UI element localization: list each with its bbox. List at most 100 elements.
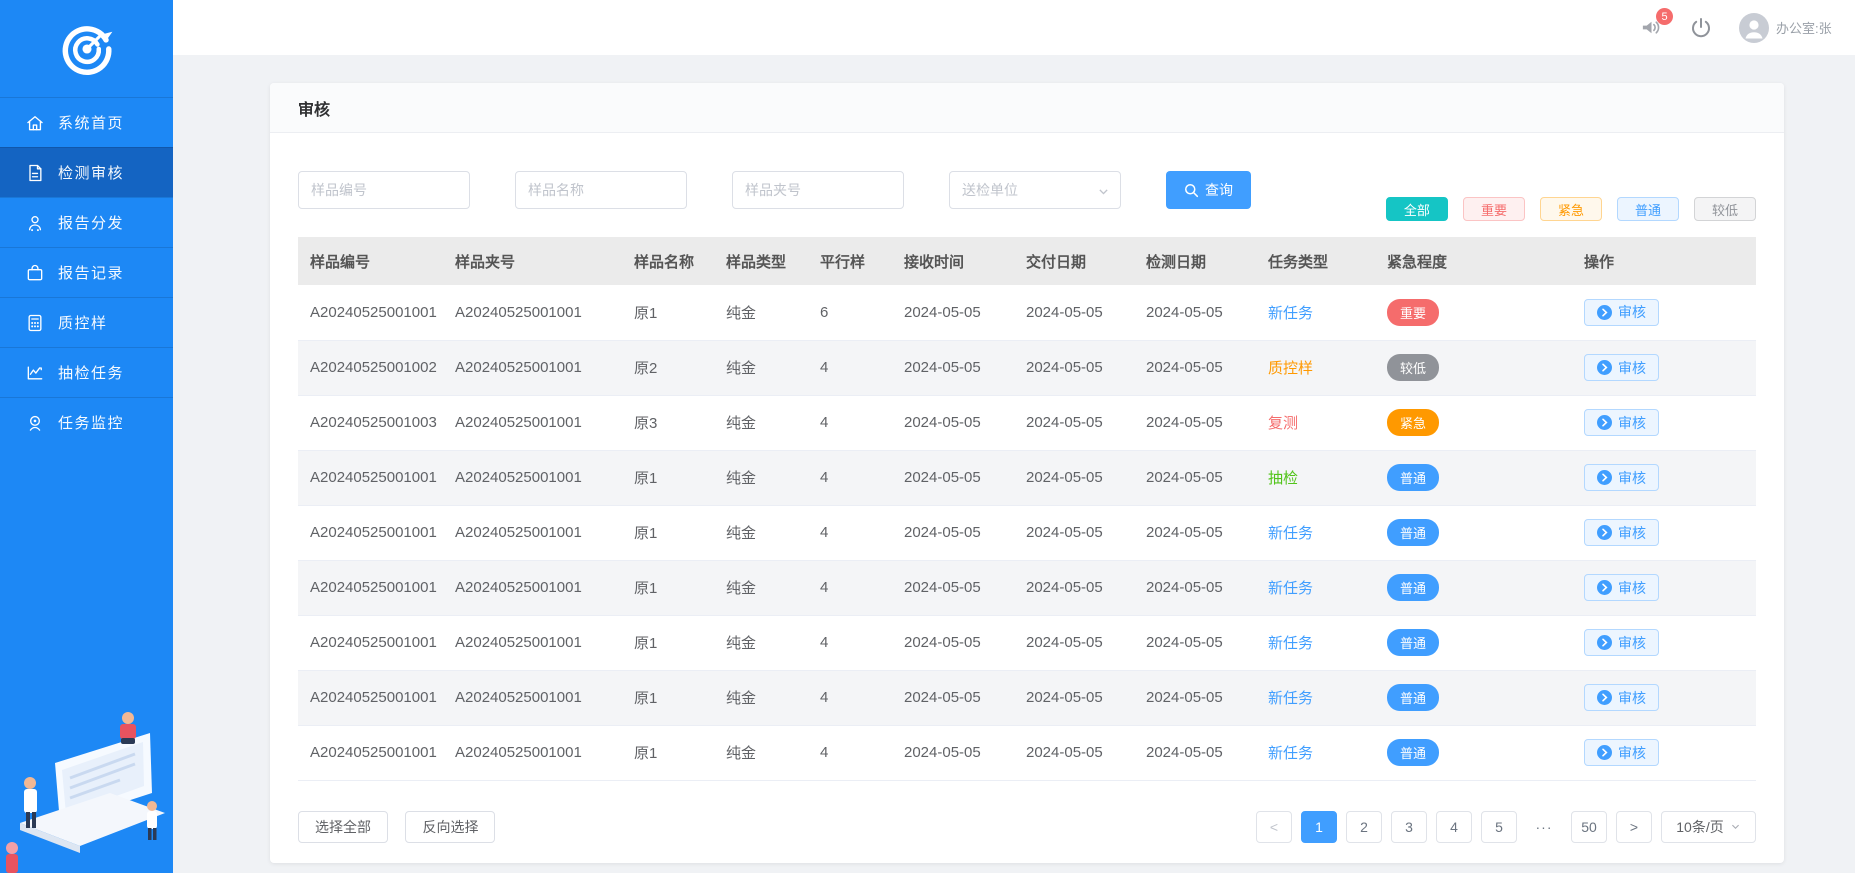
table-row: A20240525001001 A20240525001001 原1 纯金 6 …	[298, 285, 1756, 340]
topbar: 5 办公室:张	[173, 0, 1855, 55]
page-button-2[interactable]: 2	[1346, 811, 1382, 843]
col-parallel: 平行样	[808, 237, 892, 285]
cell-deliver-date: 2024-05-05	[1026, 579, 1103, 596]
audit-button[interactable]: 审核	[1584, 409, 1659, 436]
user-label: 办公室:张	[1776, 18, 1832, 37]
audit-button[interactable]: 审核	[1584, 739, 1659, 766]
sidebar-item-box[interactable]: 报告记录	[0, 247, 173, 297]
cell-parallel: 6	[820, 304, 828, 321]
filter-tag-important[interactable]: 重要	[1463, 197, 1525, 221]
folder-no-input[interactable]	[732, 171, 904, 209]
col-folder-no: 样品夹号	[443, 237, 622, 285]
cell-test-date: 2024-05-05	[1146, 744, 1223, 761]
cell-sample-name: 原3	[634, 415, 657, 432]
home-icon	[25, 113, 45, 133]
arrow-right-circle-icon	[1597, 305, 1612, 320]
cell-sample-name: 原1	[634, 580, 657, 597]
cell-receive-date: 2024-05-05	[904, 744, 981, 761]
table-row: A20240525001003 A20240525001001 原3 纯金 4 …	[298, 395, 1756, 450]
sidebar-nav: 系统首页 检测审核 报告分发 报告记录 质控样 抽检任务 任务监控	[0, 97, 173, 447]
dartboard-logo-icon	[58, 20, 116, 78]
cell-sample-name: 原1	[634, 470, 657, 487]
logout-power-button[interactable]	[1689, 16, 1713, 40]
page-button-3[interactable]: 3	[1391, 811, 1427, 843]
sidebar-item-calculator[interactable]: 质控样	[0, 297, 173, 347]
sidebar-item-chart[interactable]: 抽检任务	[0, 347, 173, 397]
page-button-5[interactable]: 5	[1481, 811, 1517, 843]
urgency-badge: 重要	[1387, 299, 1439, 326]
cell-test-date: 2024-05-05	[1146, 359, 1223, 376]
audit-button[interactable]: 审核	[1584, 629, 1659, 656]
unit-select[interactable]: 送检单位	[949, 171, 1121, 209]
next-page-button[interactable]: >	[1616, 811, 1652, 843]
sample-name-input[interactable]	[515, 171, 687, 209]
arrow-right-circle-icon	[1597, 580, 1612, 595]
cell-receive-date: 2024-05-05	[904, 579, 981, 596]
cell-receive-date: 2024-05-05	[904, 359, 981, 376]
audit-button[interactable]: 审核	[1584, 574, 1659, 601]
cell-sample-name: 原1	[634, 690, 657, 707]
notification-bell-button[interactable]: 5	[1640, 16, 1663, 39]
cell-test-date: 2024-05-05	[1146, 524, 1223, 541]
cell-receive-date: 2024-05-05	[904, 304, 981, 321]
col-receive-date: 接收时间	[892, 237, 1014, 285]
page-button-50[interactable]: 50	[1571, 811, 1607, 843]
search-button-label: 查询	[1205, 180, 1233, 200]
cell-sample-no: A20240525001001	[310, 524, 437, 541]
audit-button[interactable]: 审核	[1584, 299, 1659, 326]
select-all-button[interactable]: 选择全部	[298, 811, 388, 843]
audit-button[interactable]: 审核	[1584, 519, 1659, 546]
selection-buttons: 选择全部 反向选择	[298, 811, 508, 843]
search-button[interactable]: 查询	[1166, 171, 1251, 209]
cell-test-date: 2024-05-05	[1146, 414, 1223, 431]
cell-test-date: 2024-05-05	[1146, 304, 1223, 321]
sidebar: 系统首页 检测审核 报告分发 报告记录 质控样 抽检任务 任务监控	[0, 0, 173, 873]
user-icon	[25, 213, 45, 233]
col-urgency: 紧急程度	[1375, 237, 1572, 285]
page-button-1[interactable]: 1	[1301, 811, 1337, 843]
filter-tag-all[interactable]: 全部	[1386, 197, 1448, 221]
task-type-label: 新任务	[1268, 690, 1313, 707]
cell-folder-no: A20240525001001	[455, 579, 582, 596]
user-menu[interactable]: 办公室:张	[1739, 13, 1855, 43]
calculator-icon	[25, 313, 45, 333]
task-type-label: 新任务	[1268, 745, 1313, 762]
sidebar-item-document[interactable]: 检测审核	[0, 147, 173, 197]
sidebar-item-home[interactable]: 系统首页	[0, 97, 173, 147]
cell-sample-no: A20240525001001	[310, 469, 437, 486]
sidebar-illustration	[0, 688, 173, 873]
filter-tag-low[interactable]: 较低	[1694, 197, 1756, 221]
cell-sample-no: A20240525001003	[310, 414, 437, 431]
cell-sample-no: A20240525001001	[310, 634, 437, 651]
audit-button[interactable]: 审核	[1584, 684, 1659, 711]
sidebar-item-monitor[interactable]: 任务监控	[0, 397, 173, 447]
audit-button[interactable]: 审核	[1584, 354, 1659, 381]
monitor-icon	[25, 413, 45, 433]
urgency-filter-tags: 全部重要紧急普通较低	[1371, 197, 1756, 221]
cell-sample-type: 纯金	[726, 470, 756, 487]
cell-sample-type: 纯金	[726, 415, 756, 432]
invert-selection-button[interactable]: 反向选择	[405, 811, 495, 843]
col-sample-name: 样品名称	[622, 237, 714, 285]
task-type-label: 新任务	[1268, 635, 1313, 652]
filter-tag-normal[interactable]: 普通	[1617, 197, 1679, 221]
page-ellipsis[interactable]: ···	[1526, 811, 1562, 843]
page-button-4[interactable]: 4	[1436, 811, 1472, 843]
cell-deliver-date: 2024-05-05	[1026, 414, 1103, 431]
sample-no-input[interactable]	[298, 171, 470, 209]
cell-sample-no: A20240525001001	[310, 304, 437, 321]
filter-tag-urgent[interactable]: 紧急	[1540, 197, 1602, 221]
audit-button[interactable]: 审核	[1584, 464, 1659, 491]
cell-test-date: 2024-05-05	[1146, 579, 1223, 596]
page-size-select[interactable]: 10条/页	[1661, 811, 1756, 843]
cell-deliver-date: 2024-05-05	[1026, 744, 1103, 761]
arrow-right-circle-icon	[1597, 745, 1612, 760]
cell-test-date: 2024-05-05	[1146, 689, 1223, 706]
notification-badge: 5	[1656, 8, 1673, 25]
chevron-down-icon	[1730, 821, 1741, 832]
app-logo[interactable]	[0, 0, 173, 97]
prev-page-button[interactable]: <	[1256, 811, 1292, 843]
cell-receive-date: 2024-05-05	[904, 469, 981, 486]
sidebar-item-user[interactable]: 报告分发	[0, 197, 173, 247]
cell-folder-no: A20240525001001	[455, 359, 582, 376]
